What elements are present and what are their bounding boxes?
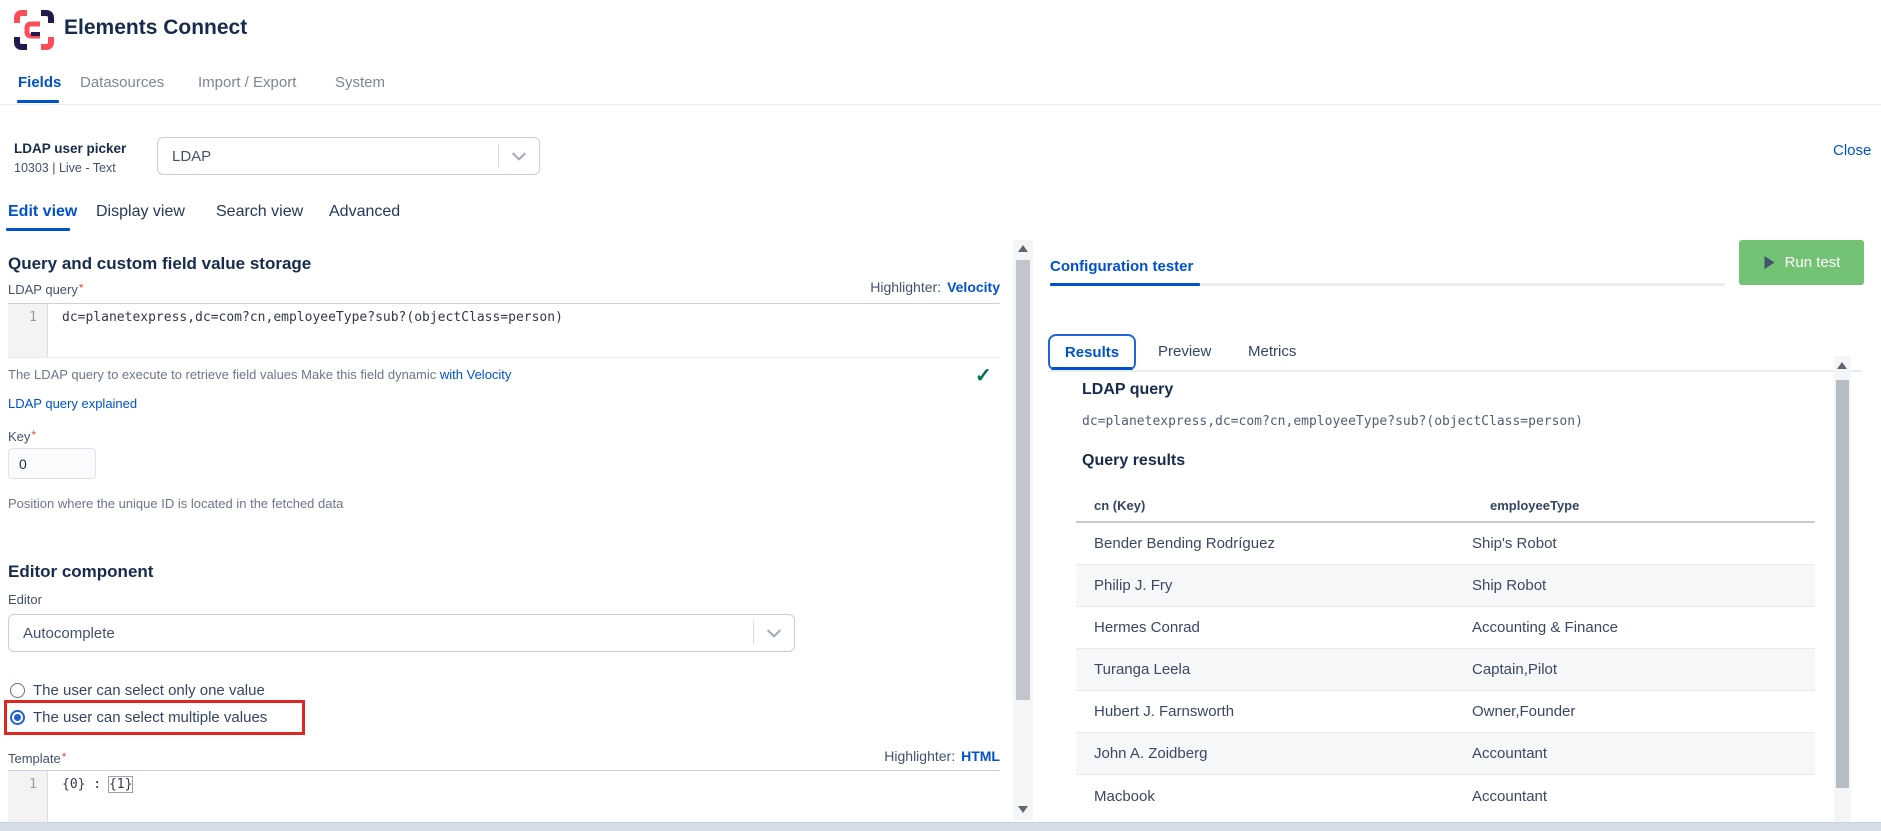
key-input-value: 0 [19,456,27,472]
app-logo [14,10,54,50]
highlighter-velocity-link[interactable]: Velocity [947,279,1000,295]
tester-ldap-query-title: LDAP query [1082,381,1173,399]
table-row: John A. Zoidberg Accountant [1076,733,1815,775]
nav-active-underline [17,100,59,103]
radio-option-multiple-values[interactable]: The user can select multiple values [10,709,267,726]
scrollbar-thumb[interactable] [1016,260,1030,700]
run-test-button[interactable]: Run test [1739,240,1864,285]
table-row: Turanga Leela Captain,Pilot [1076,649,1815,691]
ldap-query-help: The LDAP query to execute to retrieve fi… [8,367,511,382]
tab-advanced[interactable]: Advanced [329,203,400,221]
column-header-employeetype: employeeType [1490,498,1579,513]
configuration-tester-title[interactable]: Configuration tester [1050,258,1193,275]
tester-tab-metrics[interactable]: Metrics [1248,343,1296,360]
section-title-editor-component: Editor component [8,562,153,582]
key-input[interactable]: 0 [8,448,96,479]
key-label: Key* [8,428,36,446]
radio-selected-icon[interactable] [10,710,25,725]
ldap-query-highlighter: Highlighter:Velocity [820,279,1000,297]
table-row: Bender Bending Rodríguez Ship's Robot [1076,523,1815,565]
view-tab-active-underline [6,228,70,231]
field-name: LDAP user picker [14,141,126,156]
template-code[interactable]: {0} : {1} [48,771,132,822]
scrollbar-thumb[interactable] [1836,380,1849,788]
line-number-gutter: 1 [8,304,48,357]
key-help: Position where the unique ID is located … [8,496,343,511]
datasource-select-value: LDAP [158,148,498,165]
editor-label: Editor [8,592,42,607]
nav-tab-system[interactable]: System [335,74,385,91]
ldap-query-label: LDAP query* [8,281,84,299]
query-results-table: Bender Bending Rodríguez Ship's Robot Ph… [1076,523,1815,817]
required-asterisk: * [62,750,67,764]
field-meta: 10303 | Live - Text [14,161,126,175]
nav-tab-datasources[interactable]: Datasources [80,74,164,91]
valid-check-icon: ✓ [975,363,992,388]
scroll-up-arrow-icon[interactable] [1018,245,1028,252]
elements-connect-logo-icon [14,10,54,50]
template-code-editor[interactable]: 1 {0} : {1} [8,770,1000,822]
chevron-down-icon [754,624,794,642]
tester-tab-preview[interactable]: Preview [1158,343,1211,360]
template-highlighter: Highlighter:HTML [820,748,1000,766]
template-label: Template* [8,750,66,768]
scroll-up-arrow-icon[interactable] [1837,362,1847,369]
nav-tab-import-export[interactable]: Import / Export [198,74,296,91]
tab-search-view[interactable]: Search view [216,203,303,221]
field-summary: LDAP user picker 10303 | Live - Text [14,141,126,175]
table-row: Macbook Accountant [1076,775,1815,817]
close-link[interactable]: Close [1833,142,1871,159]
bracket-match-highlight: {1} [109,777,132,792]
ldap-query-code[interactable]: dc=planetexpress,dc=com?cn,employeeType?… [48,304,563,357]
radio-option-single-value[interactable]: The user can select only one value [10,682,265,699]
line-number-gutter: 1 [8,771,48,822]
required-asterisk: * [79,281,84,295]
required-asterisk: * [31,428,36,442]
tab-display-view[interactable]: Display view [96,203,185,221]
query-results-title: Query results [1082,452,1185,470]
ldap-query-explained-link[interactable]: LDAP query explained [8,396,137,411]
tab-edit-view[interactable]: Edit view [8,203,77,221]
column-header-cn: cn (Key) [1094,498,1145,513]
table-row: Hubert J. Farnsworth Owner,Founder [1076,691,1815,733]
tester-scrollbar[interactable] [1834,356,1851,822]
scroll-down-arrow-icon[interactable] [1018,806,1028,813]
play-icon [1763,255,1776,270]
radio-unselected-icon[interactable] [10,683,25,698]
left-panel-scrollbar[interactable] [1013,240,1033,820]
highlighter-html-link[interactable]: HTML [961,748,1000,764]
tester-tab-results[interactable]: Results [1048,334,1136,371]
app-title: Elements Connect [64,16,247,40]
datasource-select[interactable]: LDAP [157,137,540,175]
with-velocity-link[interactable]: with Velocity [440,367,512,382]
nav-tab-fields[interactable]: Fields [18,74,61,91]
tester-ldap-query-value: dc=planetexpress,dc=com?cn,employeeType?… [1082,414,1583,429]
editor-select-value: Autocomplete [9,625,753,642]
table-row: Philip J. Fry Ship Robot [1076,565,1815,607]
chevron-down-icon [499,147,539,165]
editor-select[interactable]: Autocomplete [8,614,795,652]
tester-divider [1200,283,1725,286]
tester-tabs-divider [1048,370,1862,372]
section-title-query-storage: Query and custom field value storage [8,254,311,274]
ldap-query-code-editor[interactable]: 1 dc=planetexpress,dc=com?cn,employeeTyp… [8,303,1000,358]
bottom-strip [0,822,1881,831]
header-divider [0,104,1881,105]
tester-title-underline [1050,283,1200,286]
table-row: Hermes Conrad Accounting & Finance [1076,607,1815,649]
